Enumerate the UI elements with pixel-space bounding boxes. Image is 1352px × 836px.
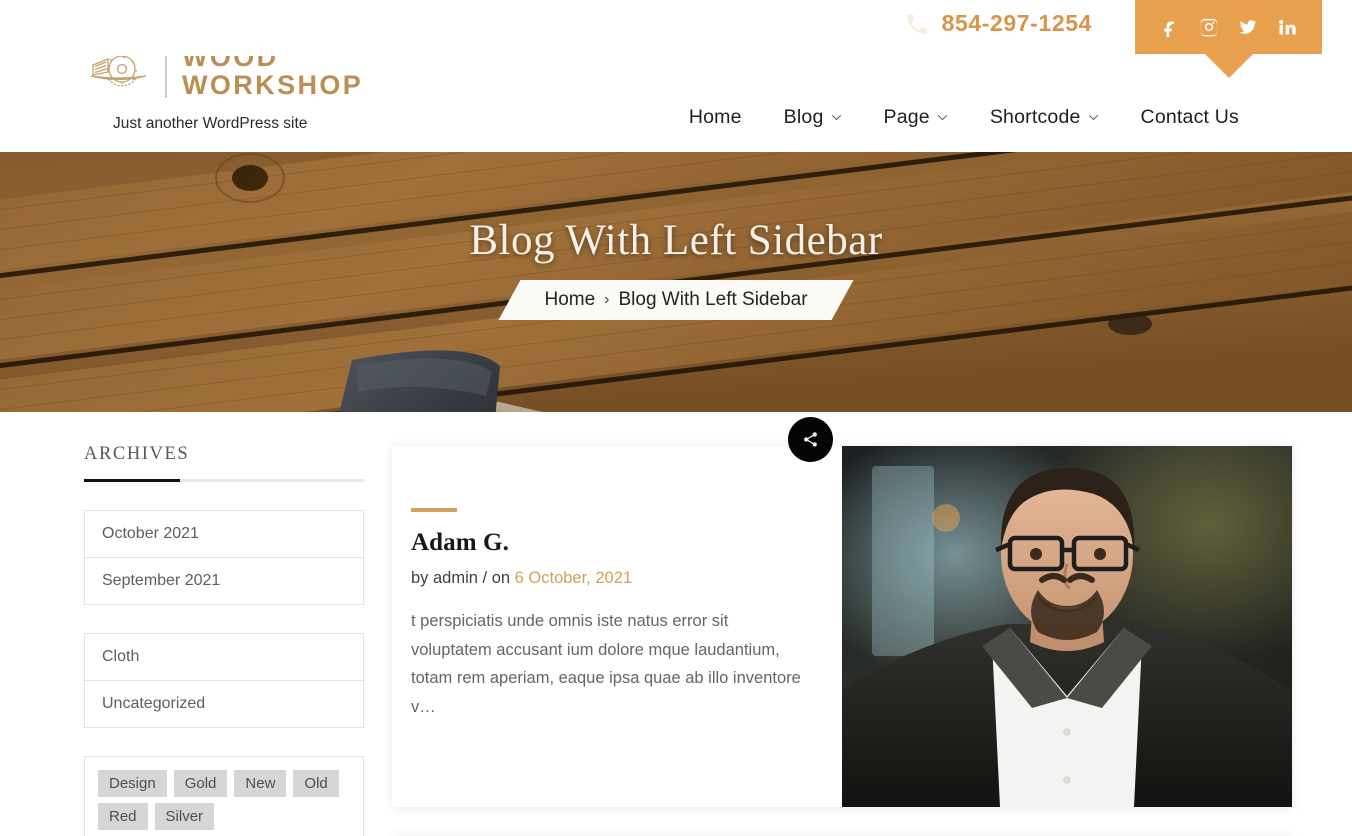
- phone-icon: [906, 13, 927, 34]
- instagram-icon[interactable]: [1199, 17, 1219, 37]
- nav-item-home[interactable]: Home: [668, 106, 763, 129]
- sidebar: ARCHIVES October 2021 September 2021 Clo…: [84, 444, 364, 836]
- nav-item-blog[interactable]: Blog: [763, 106, 863, 129]
- archives-widget: October 2021 September 2021: [84, 510, 364, 605]
- social-links: [1135, 0, 1322, 54]
- phone-block[interactable]: 854-297-1254: [904, 10, 1092, 37]
- sidebar-heading-archives: ARCHIVES: [84, 444, 190, 464]
- tag-new[interactable]: New: [234, 770, 287, 797]
- archive-item-october-2021[interactable]: October 2021: [85, 511, 363, 558]
- tag-gold[interactable]: Gold: [173, 770, 228, 797]
- post-meta: by admin / on 6 October, 2021: [411, 569, 806, 588]
- post-body: Adam G. by admin / on 6 October, 2021 t …: [392, 417, 842, 807]
- tag-old[interactable]: Old: [293, 770, 339, 797]
- phone-number[interactable]: 854-297-1254: [942, 10, 1092, 37]
- sidebar-heading-rule: [84, 479, 364, 482]
- site-tagline: Just another WordPress site: [113, 115, 308, 133]
- share-icon: [804, 432, 817, 447]
- archive-item-september-2021[interactable]: September 2021: [85, 558, 363, 604]
- post-date[interactable]: 6 October, 2021: [515, 569, 632, 587]
- categories-widget: Cloth Uncategorized: [84, 633, 364, 728]
- category-item-uncategorized[interactable]: Uncategorized: [85, 681, 363, 727]
- nav-label-page: Page: [883, 106, 930, 128]
- chevron-down-icon: [937, 114, 948, 121]
- tag-design[interactable]: Design: [98, 770, 167, 797]
- tag-silver[interactable]: Silver: [154, 803, 215, 830]
- breadcrumb-home[interactable]: Home: [544, 289, 595, 311]
- facebook-icon[interactable]: [1160, 17, 1180, 37]
- main-content: ARCHIVES October 2021 September 2021 Clo…: [0, 412, 1352, 836]
- nav-label-contact-us: Contact Us: [1140, 106, 1239, 128]
- page-title: Blog With Left Sidebar: [469, 217, 883, 264]
- breadcrumb-separator-icon: ›: [604, 291, 610, 308]
- post-title[interactable]: Adam G.: [411, 529, 806, 557]
- twitter-icon[interactable]: [1238, 17, 1258, 37]
- nav-item-contact-us[interactable]: Contact Us: [1120, 106, 1260, 129]
- main-navigation: Home Blog Page Shortcode Contact Us: [668, 106, 1260, 129]
- nav-item-shortcode[interactable]: Shortcode: [969, 106, 1120, 129]
- linkedin-icon[interactable]: [1277, 17, 1297, 37]
- logo-line-2: WORKSHOP: [182, 69, 364, 100]
- breadcrumb-current: Blog With Left Sidebar: [618, 289, 808, 310]
- blog-post-card: Adam G. by admin / on 6 October, 2021 t …: [392, 417, 1292, 807]
- nav-label-home: Home: [688, 106, 742, 128]
- post-thumbnail[interactable]: [842, 446, 1292, 807]
- post-author-prefix: by admin / on: [411, 569, 515, 587]
- breadcrumb: Home › Blog With Left Sidebar: [498, 280, 853, 320]
- nav-item-page[interactable]: Page: [863, 106, 969, 129]
- category-item-cloth[interactable]: Cloth: [85, 634, 363, 681]
- tag-red[interactable]: Red: [98, 803, 148, 830]
- tag-cloud-widget: Design Gold New Old Red Silver: [84, 756, 364, 836]
- chevron-down-icon: [831, 114, 841, 121]
- post-accent-bar: [411, 508, 457, 512]
- brand-logo[interactable]: WOOD WORKSHOP Just another WordPress sit…: [88, 43, 364, 133]
- hero-banner: Blog With Left Sidebar Home › Blog With …: [0, 152, 1352, 412]
- share-button[interactable]: [788, 417, 833, 462]
- post-excerpt: t perspiciatis unde omnis iste natus err…: [411, 612, 801, 716]
- post-thumbnail-image: [842, 446, 1292, 807]
- top-bar: 854-297-1254: [0, 0, 1352, 56]
- chevron-down-icon: [1088, 114, 1098, 121]
- nav-label-blog: Blog: [783, 106, 824, 128]
- nav-label-shortcode: Shortcode: [989, 106, 1081, 128]
